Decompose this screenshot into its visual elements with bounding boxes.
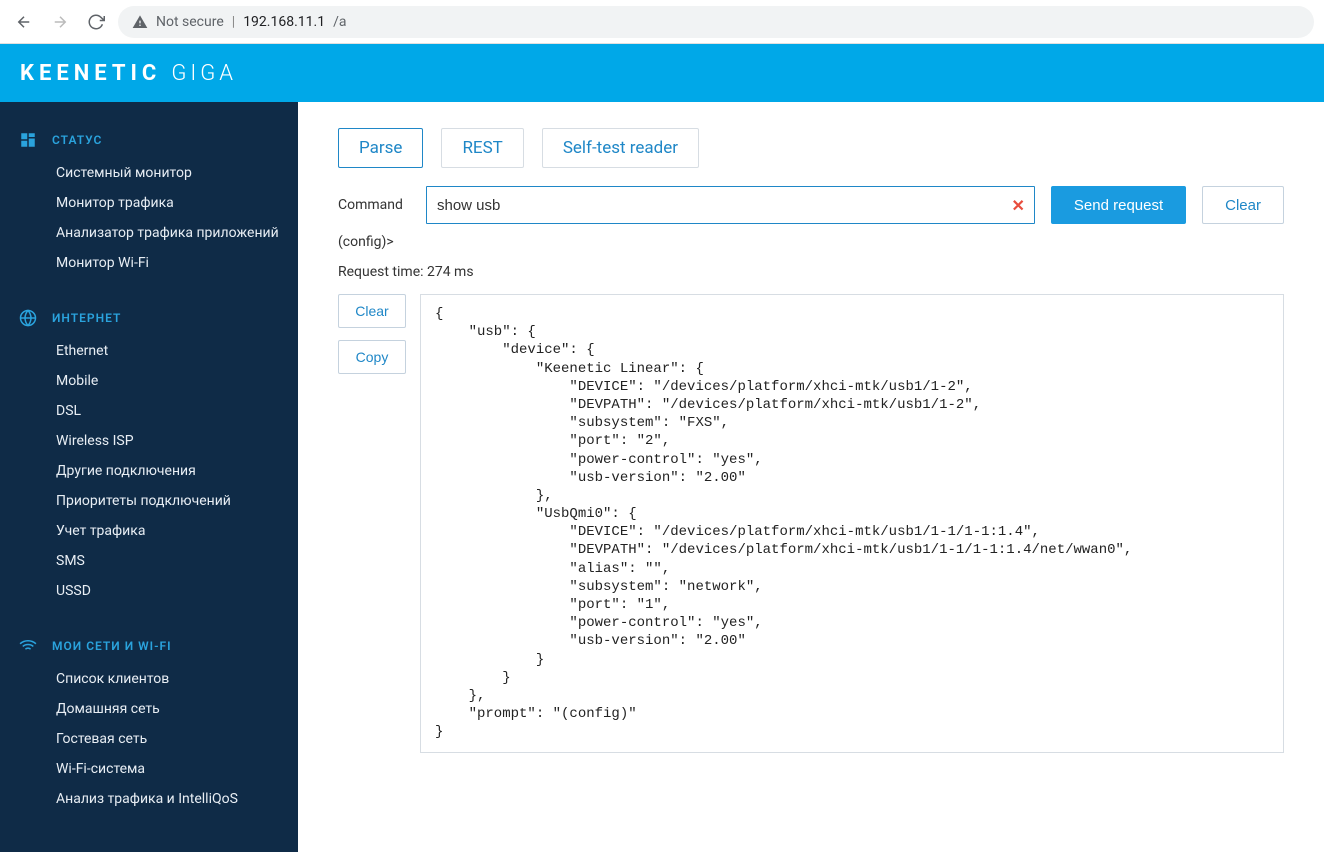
address-separator: |: [232, 14, 235, 30]
clear-input-icon[interactable]: ✕: [1012, 196, 1025, 215]
main-content: Parse REST Self-test reader Command ✕ Se…: [298, 102, 1324, 852]
sidebar-section-header[interactable]: ИНТЕРНЕТ: [0, 300, 298, 336]
url-host: 192.168.11.1: [243, 14, 325, 30]
sidebar-item[interactable]: Монитор Wi-Fi: [0, 248, 298, 278]
sidebar-item[interactable]: Wireless ISP: [0, 426, 298, 456]
sidebar-section-header[interactable]: СТАТУС: [0, 122, 298, 158]
command-input[interactable]: [426, 186, 1035, 224]
output-controls: Clear Copy: [338, 294, 406, 374]
prompt-line: (config)>: [338, 234, 1284, 250]
sidebar-item[interactable]: Wi-Fi-система: [0, 754, 298, 784]
sidebar-item[interactable]: Анализатор трафика приложений: [0, 218, 298, 248]
sidebar-section-header[interactable]: МОИ СЕТИ И WI-FI: [0, 628, 298, 664]
clear-button[interactable]: Clear: [1202, 186, 1284, 224]
not-secure-icon: [132, 14, 148, 30]
sidebar-item[interactable]: Гостевая сеть: [0, 724, 298, 754]
sidebar-section-internet: ИНТЕРНЕТ Ethernet Mobile DSL Wireless IS…: [0, 300, 298, 606]
sidebar-item[interactable]: Монитор трафика: [0, 188, 298, 218]
forward-button[interactable]: [46, 8, 74, 36]
send-request-button[interactable]: Send request: [1051, 186, 1186, 224]
sidebar-section-title: СТАТУС: [52, 133, 102, 147]
command-row: Command ✕ Send request Clear: [338, 186, 1284, 224]
sidebar-section-status: СТАТУС Системный монитор Монитор трафика…: [0, 122, 298, 278]
tab-parse[interactable]: Parse: [338, 128, 423, 168]
sidebar: СТАТУС Системный монитор Монитор трафика…: [0, 102, 298, 852]
output-box[interactable]: { "usb": { "device": { "Keenetic Linear"…: [420, 294, 1284, 753]
tab-selftest[interactable]: Self-test reader: [542, 128, 699, 168]
arrow-left-icon: [15, 13, 33, 31]
command-input-wrap: ✕: [426, 186, 1035, 224]
sidebar-section-title: ИНТЕРНЕТ: [52, 311, 121, 325]
sidebar-item[interactable]: DSL: [0, 396, 298, 426]
tabs: Parse REST Self-test reader: [338, 128, 1284, 168]
sidebar-section-wifi: МОИ СЕТИ И WI-FI Список клиентов Домашня…: [0, 628, 298, 814]
back-button[interactable]: [10, 8, 38, 36]
reload-icon: [87, 13, 105, 31]
sidebar-item[interactable]: USSD: [0, 576, 298, 606]
brand-logo: KEENETIC GIGA: [20, 61, 237, 86]
output-copy-button[interactable]: Copy: [338, 340, 406, 374]
url-path: /a: [333, 14, 346, 30]
wifi-icon: [18, 636, 38, 656]
sidebar-item[interactable]: Системный монитор: [0, 158, 298, 188]
sidebar-item[interactable]: Домашняя сеть: [0, 694, 298, 724]
sidebar-item[interactable]: Приоритеты подключений: [0, 486, 298, 516]
sidebar-item[interactable]: SMS: [0, 546, 298, 576]
command-label: Command: [338, 197, 410, 213]
output-clear-button[interactable]: Clear: [338, 294, 406, 328]
brand-sub: GIGA: [171, 61, 237, 86]
sidebar-item[interactable]: Mobile: [0, 366, 298, 396]
sidebar-item[interactable]: Учет трафика: [0, 516, 298, 546]
dashboard-icon: [18, 130, 38, 150]
sidebar-item[interactable]: Список клиентов: [0, 664, 298, 694]
tab-rest[interactable]: REST: [441, 128, 523, 168]
browser-toolbar: Not secure | 192.168.11.1/a: [0, 0, 1324, 44]
request-time: Request time: 274 ms: [338, 264, 1284, 280]
secure-label: Not secure: [156, 14, 224, 30]
address-bar[interactable]: Not secure | 192.168.11.1/a: [118, 6, 1314, 38]
reload-button[interactable]: [82, 8, 110, 36]
arrow-right-icon: [51, 13, 69, 31]
sidebar-item[interactable]: Анализ трафика и IntelliQoS: [0, 784, 298, 814]
sidebar-item[interactable]: Другие подключения: [0, 456, 298, 486]
sidebar-item[interactable]: Ethernet: [0, 336, 298, 366]
sidebar-section-title: МОИ СЕТИ И WI-FI: [52, 639, 172, 653]
globe-icon: [18, 308, 38, 328]
output-row: Clear Copy { "usb": { "device": { "Keene…: [338, 294, 1284, 753]
brand-header: KEENETIC GIGA: [0, 44, 1324, 102]
brand-name: KEENETIC: [20, 61, 161, 86]
